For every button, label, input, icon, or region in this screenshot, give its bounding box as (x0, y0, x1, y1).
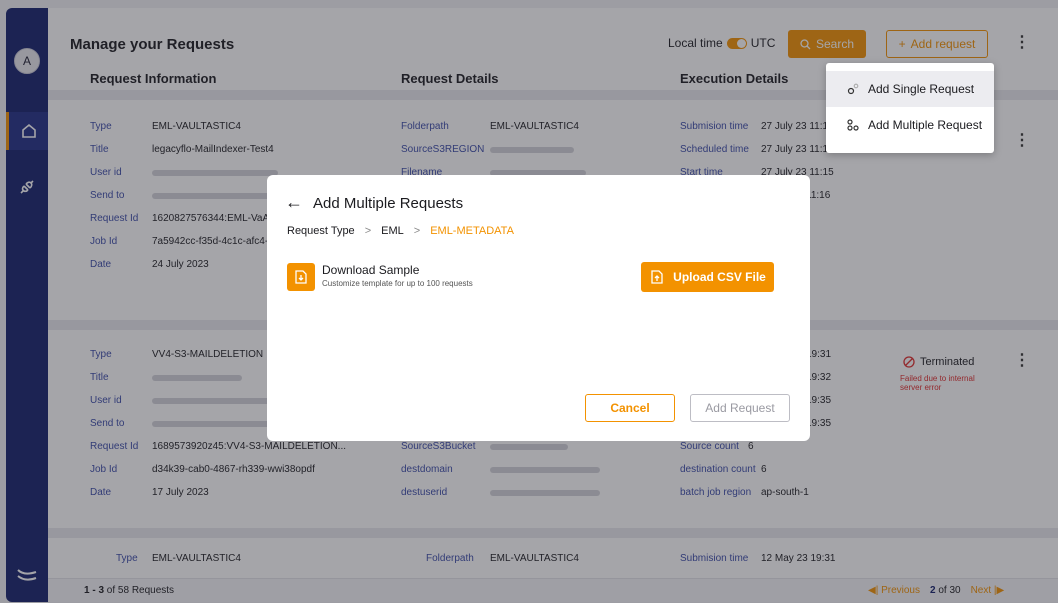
menu-item-label: Add Single Request (868, 82, 975, 96)
download-sample-title[interactable]: Download Sample (322, 263, 419, 277)
download-sample-button[interactable] (287, 263, 315, 291)
breadcrumb-item[interactable]: Request Type (287, 225, 355, 237)
chevron-right-icon: > (413, 225, 421, 237)
upload-file-icon (651, 270, 663, 284)
chevron-right-icon: > (364, 225, 372, 237)
breadcrumb-item[interactable]: EML (381, 225, 404, 237)
breadcrumb: Request Type > EML > EML-METADATA (287, 225, 514, 237)
multiple-request-icon (847, 119, 859, 131)
add-request-menu: Add Single Request Add Multiple Request (826, 63, 994, 153)
add-multiple-requests-modal: ← Add Multiple Requests Request Type > E… (267, 175, 810, 441)
modal-title: Add Multiple Requests (313, 195, 464, 212)
upload-csv-label: Upload CSV File (673, 270, 766, 284)
add-request-submit-button[interactable]: Add Request (690, 394, 790, 422)
download-file-icon (295, 270, 307, 284)
menu-item-add-single[interactable]: Add Single Request (826, 71, 994, 107)
download-sample-subtitle: Customize template for up to 100 request… (322, 279, 473, 288)
cancel-button[interactable]: Cancel (585, 394, 675, 422)
app-frame: A Manage your Requests Local time UTC Se… (0, 0, 1058, 603)
upload-csv-button[interactable]: Upload CSV File (641, 262, 774, 292)
breadcrumb-current: EML-METADATA (430, 225, 514, 237)
menu-item-label: Add Multiple Request (868, 118, 983, 132)
menu-item-add-multiple[interactable]: Add Multiple Request (826, 107, 994, 143)
single-request-icon (847, 83, 859, 95)
back-arrow-icon[interactable]: ← (285, 193, 303, 211)
